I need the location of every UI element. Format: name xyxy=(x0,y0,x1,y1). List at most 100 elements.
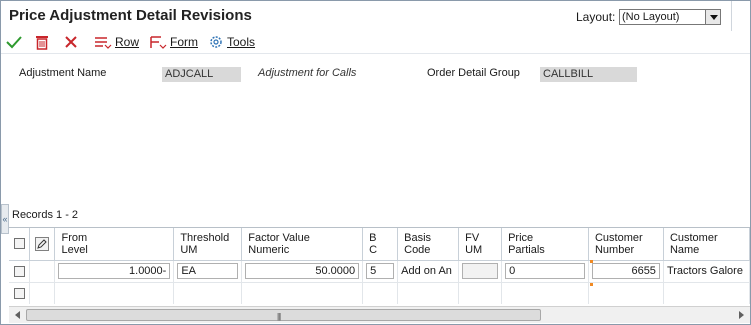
adjustment-description: Adjustment for Calls xyxy=(258,67,357,79)
empty-cell[interactable] xyxy=(54,282,175,304)
empty-cell[interactable] xyxy=(173,282,243,304)
toolbar: Row Form Tools xyxy=(1,31,750,53)
cancel-button[interactable] xyxy=(64,33,78,51)
row-edit-cell xyxy=(29,260,56,283)
double-chevron-left-icon: « xyxy=(2,214,8,224)
customer-number-input[interactable]: 6655 xyxy=(591,263,660,279)
form-header: Adjustment Name ADJCALL Adjustment for C… xyxy=(1,53,750,203)
empty-cell[interactable] xyxy=(588,282,664,304)
threshold-um-input[interactable]: EA xyxy=(177,263,239,279)
customer-number-cell[interactable]: 6655 xyxy=(588,260,664,283)
layout-dropdown[interactable]: (No Layout) xyxy=(619,9,721,25)
order-detail-group-field: CALLBILL xyxy=(540,67,637,82)
empty-cell[interactable] xyxy=(362,282,399,304)
column-header-customer-name[interactable]: Customer Name xyxy=(663,228,750,261)
grip-icon: ||| xyxy=(277,312,281,321)
column-header-basis-code[interactable]: Basis Code xyxy=(397,228,460,261)
row-checkbox[interactable] xyxy=(13,287,25,299)
header-line2: Level xyxy=(61,244,88,256)
grid-header-row: From Level Threshold UM Factor Value Numeri… xyxy=(9,228,750,261)
price-partials-input[interactable]: 0 xyxy=(505,263,585,279)
table-row[interactable]: 1.0000- EA 50.0000 5 Add on An 0 6655 Tr… xyxy=(9,260,750,283)
layout-label: Layout: xyxy=(576,10,616,24)
column-header-bc[interactable]: BC xyxy=(362,228,399,261)
header-line1: FV xyxy=(465,232,480,244)
column-header-customer-number[interactable]: Customer Number xyxy=(588,228,664,261)
row-menu-label: Row xyxy=(115,35,140,49)
header-line1: B xyxy=(369,232,377,244)
header-line1: Basis xyxy=(404,232,432,244)
table-row[interactable] xyxy=(9,282,750,304)
header-line2: Name xyxy=(669,244,700,256)
checkmark-icon xyxy=(6,36,22,49)
select-all-cell[interactable] xyxy=(9,228,31,261)
header-line1: Factor Value xyxy=(248,232,310,244)
scrollbar-thumb[interactable]: ||| xyxy=(26,309,541,321)
row-checkbox[interactable] xyxy=(13,265,25,277)
scroll-right-icon[interactable] xyxy=(734,308,749,322)
header-line2: UM xyxy=(180,244,198,256)
ok-button[interactable] xyxy=(6,33,22,51)
column-header-threshold-um[interactable]: Threshold UM xyxy=(173,228,243,261)
factor-value-cell[interactable]: 50.0000 xyxy=(241,260,364,283)
edit-column-header[interactable] xyxy=(29,228,56,261)
page-title: Price Adjustment Detail Revisions xyxy=(9,7,252,24)
records-count: Records 1 - 2 xyxy=(12,209,79,221)
x-icon xyxy=(65,36,77,48)
scroll-left-icon[interactable] xyxy=(10,308,25,322)
customer-name-value: Tractors Galore xyxy=(666,265,743,277)
empty-cell[interactable] xyxy=(241,282,364,304)
header-line2: Numeric xyxy=(248,244,290,256)
horizontal-scrollbar[interactable]: ||| xyxy=(9,306,750,323)
form-menu-button[interactable]: Form xyxy=(149,33,198,51)
empty-cell[interactable] xyxy=(458,282,503,304)
header-line1: Threshold xyxy=(180,232,230,244)
cell-selection-marker xyxy=(590,260,593,263)
header-divider xyxy=(731,1,732,31)
form-icon xyxy=(150,36,167,49)
header-line1: Customer xyxy=(594,232,643,244)
header-line1: Price xyxy=(508,232,534,244)
empty-cell[interactable] xyxy=(397,282,460,304)
column-header-fv-um[interactable]: FV UM xyxy=(458,228,503,261)
title-bar: Price Adjustment Detail Revisions Layout… xyxy=(1,1,750,31)
price-partials-cell[interactable]: 0 xyxy=(501,260,589,283)
row-select-cell[interactable] xyxy=(9,282,31,304)
basis-code-value: Add on An xyxy=(401,265,452,277)
delete-button[interactable] xyxy=(35,33,49,51)
row-select-cell[interactable] xyxy=(9,260,31,283)
fv-um-input[interactable] xyxy=(462,263,499,279)
from-level-cell[interactable]: 1.0000- xyxy=(54,260,175,283)
threshold-um-cell[interactable]: EA xyxy=(173,260,243,283)
tools-menu-button[interactable]: Tools xyxy=(208,33,255,51)
row-icon xyxy=(95,37,112,49)
empty-cell xyxy=(29,282,56,304)
header-line2: C xyxy=(369,244,378,256)
header-line2: UM xyxy=(465,244,483,256)
grid-table: From Level Threshold UM Factor Value Numeri… xyxy=(9,228,750,304)
customer-name-cell: Tractors Galore xyxy=(663,260,750,283)
collapse-panel-button[interactable]: « xyxy=(1,204,9,234)
row-menu-button[interactable]: Row xyxy=(94,33,139,51)
from-level-input[interactable]: 1.0000- xyxy=(58,263,171,279)
header-line2: Code xyxy=(404,244,431,256)
app-window: Price Adjustment Detail Revisions Layout… xyxy=(0,0,751,325)
bc-input[interactable]: 5 xyxy=(366,263,395,279)
cell-selection-marker xyxy=(590,283,593,286)
header-line2: Partials xyxy=(508,244,545,256)
empty-cell[interactable] xyxy=(501,282,589,304)
empty-cell xyxy=(663,282,750,304)
column-header-from-level[interactable]: From Level xyxy=(54,228,175,261)
column-header-factor-value[interactable]: Factor Value Numeric xyxy=(241,228,364,261)
form-menu-label: Form xyxy=(170,35,198,49)
chevron-down-icon[interactable] xyxy=(705,10,720,24)
header-line1: From xyxy=(61,232,88,244)
order-detail-group-label: Order Detail Group xyxy=(427,67,520,79)
pencil-icon xyxy=(35,237,50,251)
basis-code-cell[interactable]: Add on An xyxy=(397,260,460,283)
column-header-price-partials[interactable]: Price Partials xyxy=(501,228,589,261)
fv-um-cell[interactable] xyxy=(458,260,503,283)
select-all-checkbox[interactable] xyxy=(13,238,25,249)
bc-cell[interactable]: 5 xyxy=(362,260,399,283)
factor-value-input[interactable]: 50.0000 xyxy=(245,263,360,279)
